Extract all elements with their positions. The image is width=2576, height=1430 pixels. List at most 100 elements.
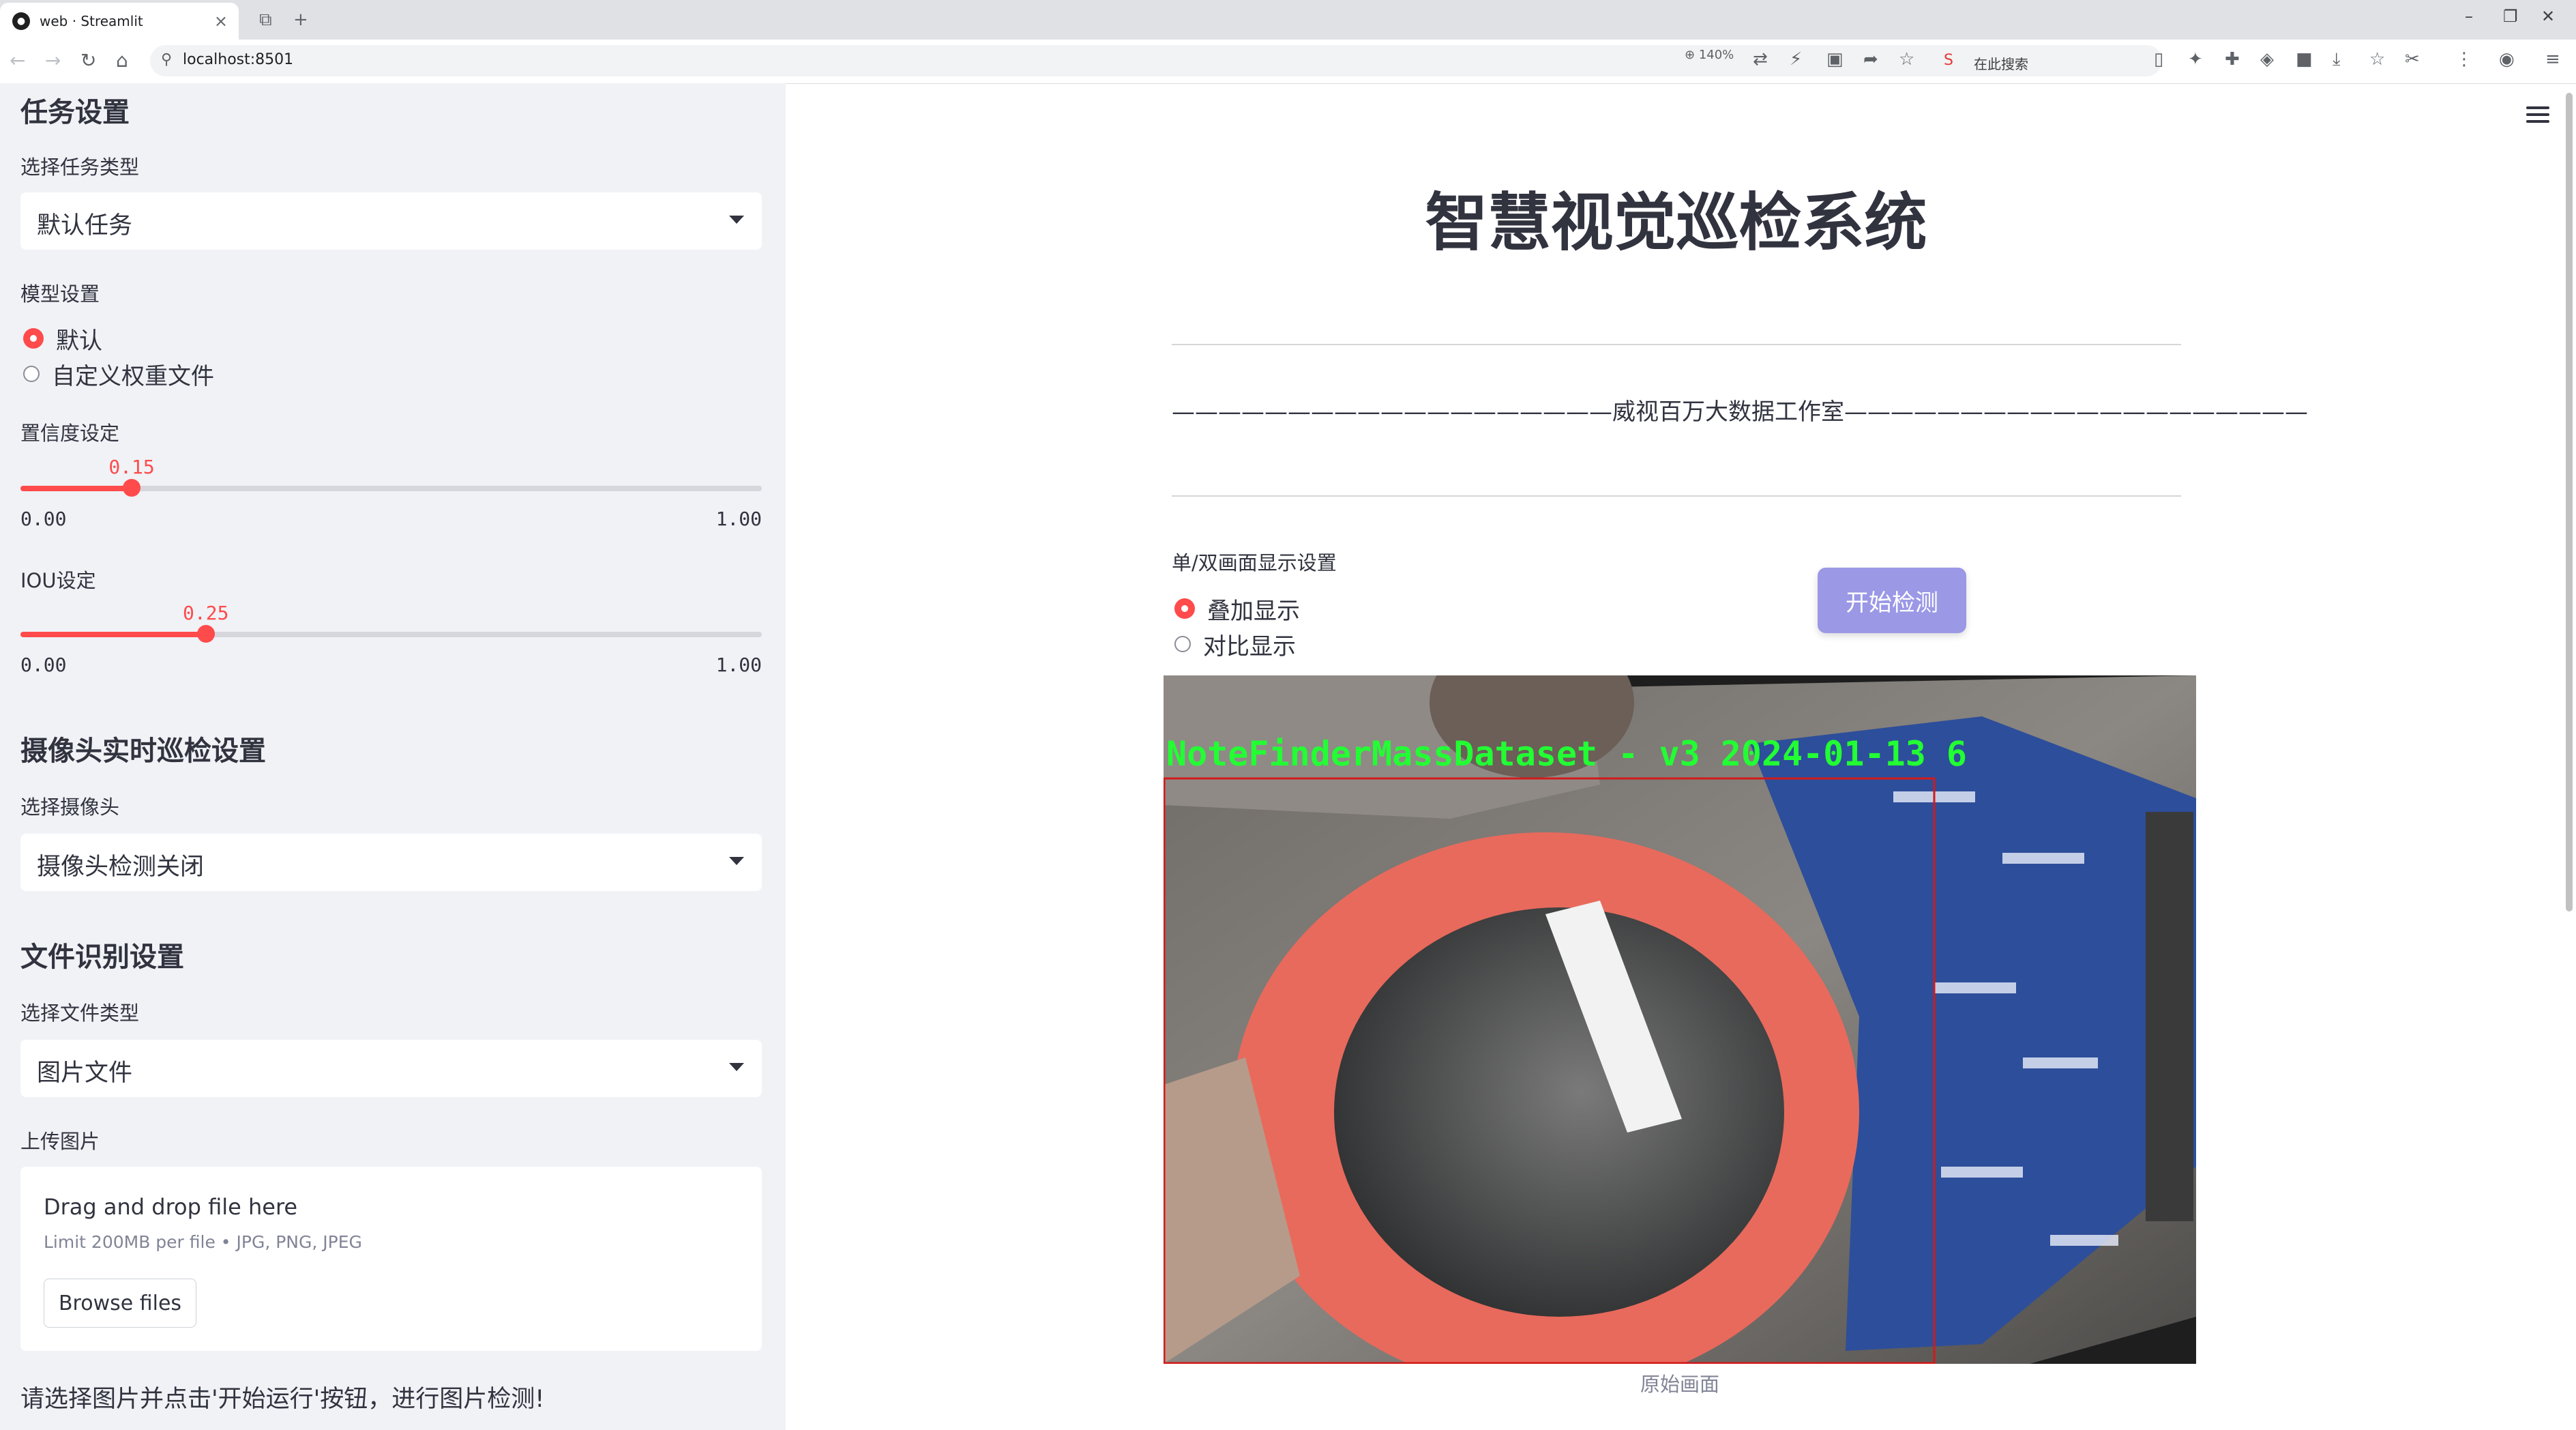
favorite-star-icon[interactable]: ☆: [1899, 49, 1914, 70]
zoom-indicator[interactable]: ⊕ 140%: [1685, 48, 1734, 62]
upload-limit-text: Limit 200MB per file • JPG, PNG, JPEG: [44, 1232, 362, 1252]
model-settings-label: 模型设置: [20, 282, 100, 306]
iou-max: 1.00: [715, 654, 762, 676]
page-scrollbar[interactable]: [2566, 93, 2573, 911]
radio-selected-icon[interactable]: [23, 328, 44, 349]
task-type-label: 选择任务类型: [20, 156, 140, 179]
translate-extension-icon[interactable]: ◈: [2260, 49, 2274, 70]
hamburger-menu-icon[interactable]: [2526, 106, 2549, 126]
file-type-label: 选择文件类型: [20, 1002, 140, 1025]
browser-menu-icon[interactable]: ≡: [2545, 49, 2560, 70]
extension-icon[interactable]: ✚: [2225, 49, 2240, 70]
search-placeholder: 在此搜索: [1974, 56, 2028, 72]
new-tab-icon[interactable]: +: [293, 10, 308, 30]
search-engine-icon: S: [1944, 52, 1953, 69]
radio-selected-icon[interactable]: [1174, 598, 1195, 619]
chevron-down-icon: [729, 1063, 744, 1071]
file-type-select[interactable]: 图片文件: [20, 1040, 762, 1097]
lock-icon[interactable]: ⚲: [161, 51, 172, 68]
model-option-custom: 自定义权重文件: [52, 362, 214, 390]
display-radio-compare[interactable]: 对比显示: [1174, 628, 1296, 660]
tab-title: web · Streamlit: [40, 13, 143, 29]
download-icon[interactable]: ⤓: [2333, 49, 2341, 70]
task-type-select[interactable]: 默认任务: [20, 192, 762, 250]
file-settings-heading: 文件识别设置: [20, 942, 184, 973]
camera-value: 摄像头检测关闭: [37, 853, 205, 881]
confidence-max: 1.00: [715, 508, 762, 530]
chevron-down-icon: [729, 216, 744, 224]
model-option-default: 默认: [56, 327, 102, 355]
zoom-level: 140%: [1698, 48, 1734, 62]
browser-toolbar: ← → ↻ ⌂ ⚲ localhost:8501 ⊕ 140% ⇄ ⚡ ▣ ➦ …: [0, 40, 2576, 84]
iou-min: 0.00: [20, 654, 67, 676]
share-icon[interactable]: ➦: [1863, 49, 1878, 70]
radio-unselected-icon[interactable]: [23, 366, 40, 382]
home-icon[interactable]: ⌂: [116, 49, 128, 72]
avatar-icon[interactable]: ◉: [2499, 49, 2515, 70]
screenshot-icon[interactable]: ▣: [1826, 49, 1844, 70]
address-bar[interactable]: ⚲ localhost:8501: [150, 45, 2162, 76]
iou-label: IOU设定: [20, 569, 96, 592]
radio-unselected-icon[interactable]: [1174, 636, 1191, 652]
divider-bottom: [1172, 495, 2181, 497]
task-type-value: 默认任务: [37, 212, 133, 239]
camera-settings-heading: 摄像头实时巡检设置: [20, 735, 266, 767]
model-radio-custom[interactable]: 自定义权重文件: [23, 358, 214, 390]
confidence-label: 置信度设定: [20, 422, 120, 445]
phone-icon[interactable]: ▯: [2154, 49, 2163, 70]
minimize-icon[interactable]: –: [2465, 7, 2473, 26]
detection-image: NoteFinderMassDataset - v3 2024-01-13 6: [1164, 675, 2196, 1364]
browser-search-box[interactable]: S 在此搜索: [1937, 45, 2142, 76]
close-tab-icon[interactable]: ×: [214, 12, 228, 31]
close-window-icon[interactable]: ✕: [2541, 7, 2555, 26]
restore-icon[interactable]: ❐: [2503, 7, 2518, 26]
iou-slider[interactable]: 0.25 0.00 1.00: [20, 602, 762, 676]
cut-icon[interactable]: ✂: [2405, 49, 2420, 70]
lightning-icon[interactable]: ⚡: [1790, 49, 1802, 70]
confidence-value: 0.15: [108, 456, 155, 478]
more-menu-icon[interactable]: ⋮: [2455, 49, 2473, 70]
upload-label: 上传图片: [20, 1130, 100, 1153]
drag-drop-text: Drag and drop file here: [44, 1194, 298, 1220]
translate-icon[interactable]: ⇄: [1753, 49, 1768, 70]
reload-icon[interactable]: ↻: [80, 49, 96, 72]
image-caption: 原始画面: [1640, 1373, 1719, 1396]
confidence-min: 0.00: [20, 508, 67, 530]
slider-fill: [20, 486, 132, 491]
slider-thumb[interactable]: [123, 479, 141, 497]
tab-groups-icon[interactable]: ⧉: [259, 10, 272, 31]
detection-image-viewer: NoteFinderMassDataset - v3 2024-01-13 6: [1164, 675, 2196, 1364]
back-icon[interactable]: ←: [10, 49, 25, 72]
divider-top: [1172, 344, 2181, 345]
streamlit-favicon-icon: ●: [12, 12, 30, 30]
chevron-down-icon: [729, 857, 744, 865]
confidence-slider[interactable]: 0.15 0.00 1.00: [20, 456, 762, 530]
bookmark-star-icon[interactable]: ☆: [2369, 49, 2385, 70]
forward-icon[interactable]: →: [45, 49, 61, 72]
ai-extension-icon[interactable]: ✦: [2188, 49, 2203, 70]
display-option-compare: 对比显示: [1203, 632, 1296, 660]
detection-label-text: NoteFinderMassDataset - v3 2024-01-13 6: [1166, 734, 1967, 774]
file-type-value: 图片文件: [37, 1060, 133, 1087]
display-radio-overlay[interactable]: 叠加显示: [1174, 592, 1300, 625]
instruction-note: 请选择图片并点击'开始运行'按钮，进行图片检测!: [20, 1386, 545, 1413]
model-radio-default[interactable]: 默认: [23, 322, 102, 355]
start-detection-button[interactable]: 开始检测: [1818, 568, 1966, 633]
studio-banner: ———————————————————威视百万大数据工作室———————————…: [1172, 398, 2308, 426]
browser-tab[interactable]: ● web · Streamlit ×: [0, 3, 239, 40]
sidebar: 任务设置 选择任务类型 默认任务 模型设置 默认 自定义权重文件 置信度设定 0…: [0, 83, 786, 1430]
camera-select[interactable]: 摄像头检测关闭: [20, 834, 762, 891]
browse-files-button[interactable]: Browse files: [44, 1279, 196, 1328]
dark-extension-icon[interactable]: ■: [2296, 49, 2313, 70]
display-option-overlay: 叠加显示: [1207, 597, 1300, 625]
camera-select-label: 选择摄像头: [20, 796, 120, 819]
slider-thumb[interactable]: [196, 625, 215, 643]
browser-tab-bar: ● web · Streamlit × ⧉ + – ❐ ✕: [0, 0, 2576, 40]
url-text: localhost:8501: [183, 51, 294, 68]
display-mode-label: 单/双画面显示设置: [1172, 551, 1337, 574]
iou-value: 0.25: [183, 602, 229, 624]
page-title: 智慧视觉巡检系统: [1425, 186, 1927, 259]
file-uploader-dropzone[interactable]: Drag and drop file here Limit 200MB per …: [20, 1167, 762, 1351]
task-settings-heading: 任务设置: [20, 97, 130, 128]
slider-fill: [20, 632, 206, 637]
